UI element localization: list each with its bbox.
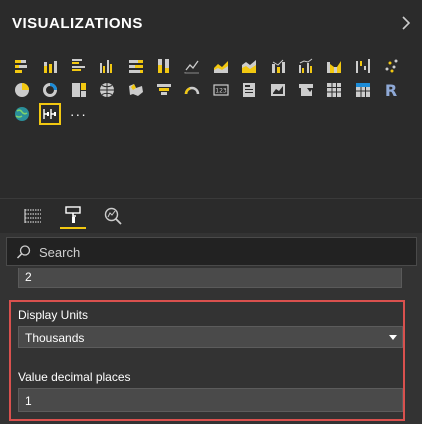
treemap-icon[interactable] bbox=[65, 78, 93, 102]
donut-chart-icon[interactable] bbox=[36, 78, 64, 102]
funnel-icon[interactable] bbox=[150, 78, 178, 102]
chevron-right-icon[interactable] bbox=[400, 14, 412, 32]
map-icon[interactable] bbox=[93, 78, 121, 102]
stacked-area-chart-icon[interactable] bbox=[235, 54, 263, 78]
search-input[interactable] bbox=[39, 242, 399, 262]
visualizations-gallery: 123 R ··· bbox=[0, 46, 422, 198]
card-icon[interactable]: 123 bbox=[207, 78, 235, 102]
display-units-label: Display Units bbox=[18, 308, 89, 322]
clustered-bar-chart-icon[interactable] bbox=[65, 54, 93, 78]
waterfall-chart-icon[interactable] bbox=[349, 54, 377, 78]
matrix-icon[interactable] bbox=[349, 78, 377, 102]
gauge-icon[interactable] bbox=[178, 78, 206, 102]
area-chart-icon[interactable] bbox=[207, 54, 235, 78]
chevron-down-icon bbox=[389, 335, 397, 340]
format-tab[interactable] bbox=[60, 203, 86, 229]
panel-title: VISUALIZATIONS bbox=[12, 15, 143, 32]
svg-text:123: 123 bbox=[215, 88, 227, 95]
globe-map-icon[interactable] bbox=[8, 102, 36, 126]
line-and-stacked-column-icon[interactable] bbox=[264, 54, 292, 78]
value-decimal-places-label: Value decimal places bbox=[18, 370, 131, 384]
pane-tabs bbox=[0, 198, 422, 233]
svg-text:R: R bbox=[385, 82, 397, 98]
stacked-column-chart-icon[interactable] bbox=[36, 54, 64, 78]
panel-header: VISUALIZATIONS bbox=[0, 0, 422, 46]
clustered-column-chart-icon[interactable] bbox=[93, 54, 121, 78]
fields-tab[interactable] bbox=[20, 203, 46, 229]
100-stacked-bar-chart-icon[interactable] bbox=[122, 54, 150, 78]
visual-icon-grid: 123 R ··· bbox=[8, 54, 408, 126]
analytics-tab[interactable] bbox=[100, 203, 126, 229]
line-and-clustered-column-icon[interactable] bbox=[292, 54, 320, 78]
table-icon[interactable] bbox=[320, 78, 348, 102]
100-stacked-column-chart-icon[interactable] bbox=[150, 54, 178, 78]
search-icon bbox=[16, 245, 31, 259]
custom-visual-icon[interactable] bbox=[39, 103, 62, 125]
display-units-value: Thousands bbox=[25, 331, 85, 345]
scatter-chart-icon[interactable] bbox=[377, 54, 405, 78]
slicer-icon[interactable] bbox=[292, 78, 320, 102]
display-units-dropdown[interactable]: Thousands bbox=[18, 326, 403, 348]
previous-field-value[interactable]: 2 bbox=[18, 268, 402, 288]
filled-map-icon[interactable] bbox=[122, 78, 150, 102]
more-visuals-icon[interactable]: ··· bbox=[64, 102, 92, 126]
fields-icon bbox=[24, 209, 41, 223]
r-script-visual-icon[interactable]: R bbox=[377, 78, 405, 102]
ribbon-chart-icon[interactable] bbox=[320, 54, 348, 78]
analytics-magnifier-icon bbox=[104, 207, 122, 225]
paint-roller-icon bbox=[65, 206, 81, 223]
pie-chart-icon[interactable] bbox=[8, 78, 36, 102]
more-visuals-label: ··· bbox=[69, 106, 87, 122]
line-chart-icon[interactable] bbox=[178, 54, 206, 78]
multi-row-card-icon[interactable] bbox=[235, 78, 263, 102]
stacked-bar-chart-icon[interactable] bbox=[8, 54, 36, 78]
kpi-icon[interactable] bbox=[264, 78, 292, 102]
value-decimal-places-input[interactable]: 1 bbox=[18, 388, 403, 412]
format-search-box[interactable] bbox=[6, 237, 417, 266]
